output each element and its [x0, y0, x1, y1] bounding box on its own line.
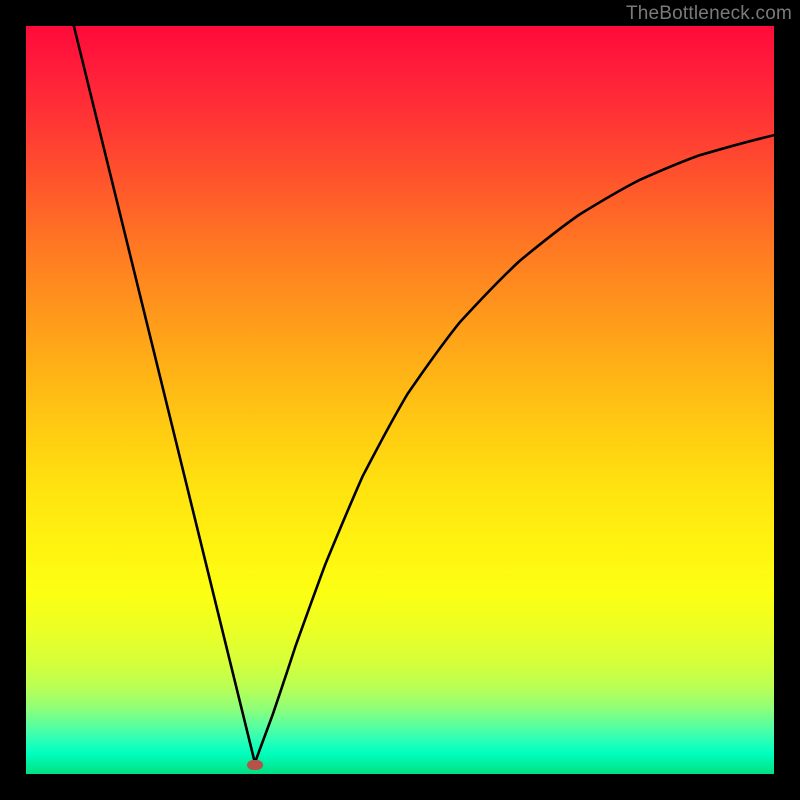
watermark-text: TheBottleneck.com: [626, 3, 792, 25]
minimum-marker: [247, 760, 263, 770]
plot-area: [26, 26, 774, 774]
curve-path: [74, 26, 774, 763]
curve-svg: [26, 26, 774, 774]
chart-frame: TheBottleneck.com: [0, 0, 800, 800]
